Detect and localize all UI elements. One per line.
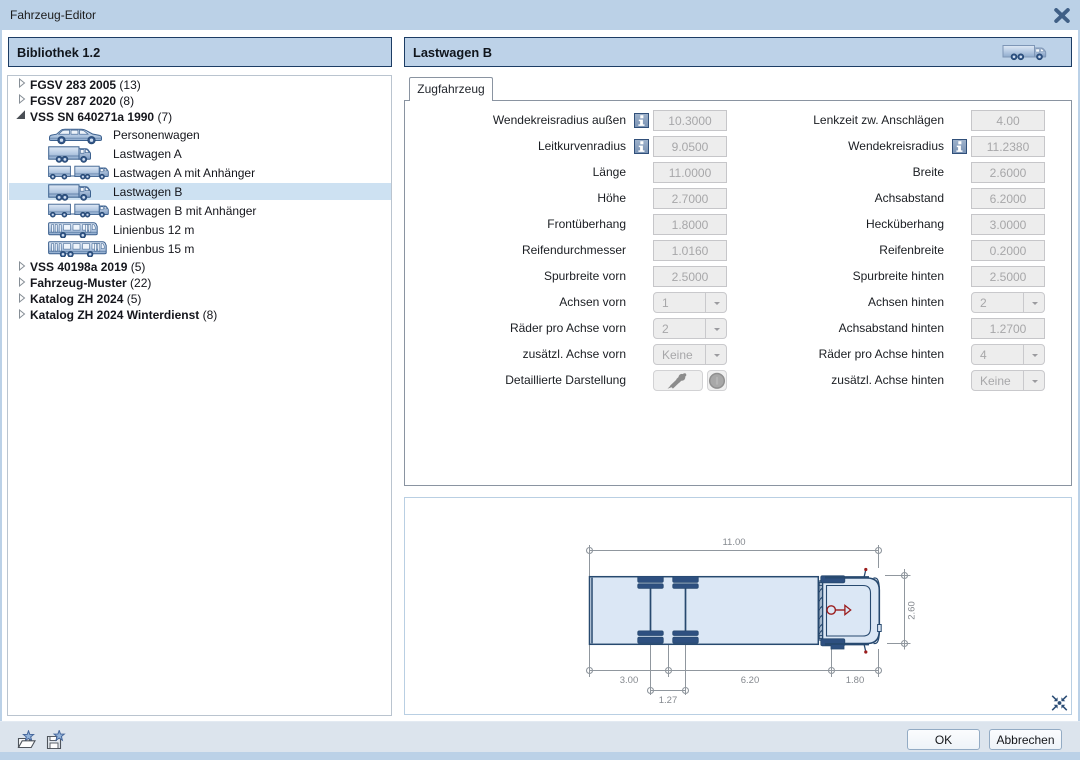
svg-text:3.00: 3.00 — [620, 675, 639, 686]
svg-text:1.27: 1.27 — [659, 695, 678, 706]
svg-text:6.20: 6.20 — [741, 675, 760, 686]
svg-text:11.00: 11.00 — [722, 537, 745, 548]
svg-text:1.80: 1.80 — [846, 675, 865, 686]
svg-text:2.60: 2.60 — [907, 601, 918, 620]
